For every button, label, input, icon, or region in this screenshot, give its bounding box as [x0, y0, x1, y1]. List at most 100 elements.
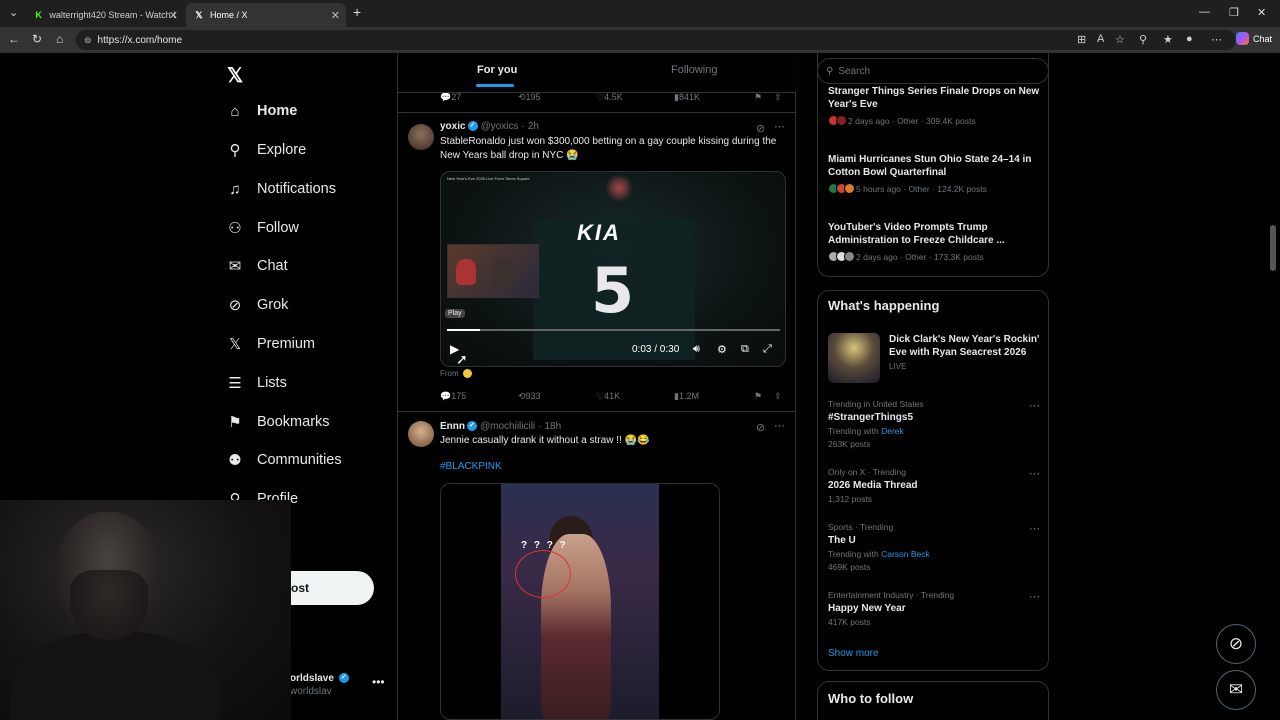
reload-icon[interactable]: ↻ — [32, 32, 42, 46]
split-screen-icon[interactable]: ⊞ — [1077, 33, 1086, 46]
copilot-chat-button[interactable]: Chat — [1235, 32, 1272, 45]
new-tab-icon[interactable]: + — [353, 4, 361, 20]
show-more-link[interactable]: Show more — [828, 648, 879, 659]
trend-item[interactable]: Entertainment Industry · Trending Happy … — [828, 590, 1040, 627]
post-actions: 💬 175 ⟲ 933 ♡ 41K ▮ 1.2M ⚑ ⇪ — [440, 391, 790, 405]
reply-button[interactable]: 💬 175 — [440, 391, 466, 402]
play-tooltip: Play — [445, 309, 465, 318]
video-progress-bar[interactable] — [447, 329, 780, 331]
restore-icon[interactable]: ❐ — [1229, 6, 1239, 19]
video-progress-fill — [447, 329, 481, 331]
nav-communities[interactable]: ⚉ Communities — [226, 447, 341, 473]
nav-premium[interactable]: 𝕏 Premium — [226, 331, 315, 357]
trend-more-icon[interactable]: ⋯ — [1029, 467, 1040, 480]
bookmark-button[interactable]: ⚑ — [754, 391, 762, 402]
pip-mode-icon[interactable]: ⧉ — [741, 343, 749, 356]
grok-fab-button[interactable]: ⊘ — [1216, 624, 1256, 664]
live-status: LIVE — [889, 362, 907, 371]
scrollbar-thumb[interactable] — [1270, 225, 1276, 271]
views-counter[interactable]: ▮ 1.2M — [674, 391, 699, 402]
like-button[interactable]: ♡ 41K — [596, 391, 620, 402]
section-heading: What's happening — [828, 298, 940, 313]
volume-icon[interactable]: 🔊︎ — [693, 343, 700, 356]
tab-for-you[interactable]: For you — [477, 64, 517, 76]
nav-bookmarks[interactable]: ⚑ Bookmarks — [226, 409, 329, 435]
trend-item[interactable]: Only on X · Trending 2026 Media Thread 1… — [828, 467, 1040, 504]
nav-home[interactable]: ⌂ Home — [226, 98, 297, 124]
nav-explore[interactable]: ⚲ Explore — [226, 137, 307, 163]
views-counter[interactable]: ▮ 841K — [674, 92, 700, 103]
close-tab-icon[interactable]: ✕ — [169, 9, 178, 22]
video-player[interactable]: New Year's Eve 2026 Live From Times Squa… — [440, 171, 786, 367]
trend-more-icon[interactable]: ⋯ — [1029, 590, 1040, 603]
nav-lists[interactable]: ☰ Lists — [226, 370, 287, 396]
like-button[interactable]: ♡ 4.5K — [596, 92, 623, 103]
trend-topic: Happy New Year — [828, 603, 906, 614]
home-browser-icon[interactable]: ⌂ — [56, 32, 63, 46]
share-button[interactable]: ⇪ — [774, 92, 782, 103]
event-thumbnail[interactable] — [828, 333, 880, 383]
avatar[interactable] — [408, 421, 434, 447]
news-meta: 2 days ago · Other · 173.3K posts — [856, 251, 984, 262]
news-item[interactable]: YouTuber's Video Prompts Trump Administr… — [828, 221, 1040, 262]
video-overlay-title: New Year's Eve 2026 Live From Times Squa… — [447, 176, 530, 181]
nav-notifications[interactable]: ♫ Notifications — [226, 176, 336, 202]
back-icon[interactable]: ← — [8, 32, 20, 46]
x-logo-icon: 𝕏 — [195, 9, 203, 20]
avatar[interactable] — [408, 124, 434, 150]
reply-button[interactable]: 💬 27 — [440, 92, 461, 103]
webcam-person-beard — [70, 570, 148, 640]
more-icon[interactable]: ••• — [372, 675, 385, 689]
trend-more-icon[interactable]: ⋯ — [1029, 399, 1040, 412]
post-author[interactable]: Ennn ✓ @mochiilicili · 18h — [440, 421, 561, 432]
browser-tab-x-home[interactable]: 𝕏 Home / X ✕ — [186, 3, 346, 27]
bookmark-button[interactable]: ⚑ — [754, 92, 762, 103]
trend-with-link[interactable]: Carson Beck — [881, 549, 930, 559]
account-switcher[interactable]: orldslave ✓ worldslav ••• — [286, 671, 396, 701]
post-time: 18h — [544, 421, 562, 432]
tab-following[interactable]: Following — [671, 64, 717, 76]
trend-item[interactable]: Trending in United States #StrangerThing… — [828, 399, 1040, 449]
settings-gear-icon[interactable]: ⚙ — [717, 343, 727, 356]
trend-context: Only on X · Trending — [828, 467, 906, 477]
trend-topic: #StrangerThings5 — [828, 412, 914, 423]
fullscreen-icon[interactable]: ⤢ — [763, 343, 772, 356]
repost-button[interactable]: ⟲ 195 — [518, 92, 541, 103]
browser-tab-stream[interactable]: K walterright420 Stream - Watch Liv ✕ — [26, 3, 184, 27]
nav-follow[interactable]: ⚇ Follow — [226, 215, 299, 241]
more-menu-icon[interactable]: ⋯ — [1211, 33, 1222, 46]
close-window-icon[interactable]: ✕ — [1257, 6, 1266, 19]
news-item[interactable]: Miami Hurricanes Stun Ohio State 24–14 i… — [828, 153, 1040, 194]
post-author[interactable]: yoxic ✓ @yoxics · 2h — [440, 121, 539, 132]
trend-item[interactable]: Sports · Trending The U Trending with Ca… — [828, 522, 1040, 572]
nav-chat[interactable]: ✉ Chat — [226, 253, 288, 279]
profile-avatar-icon[interactable]: ● — [1186, 33, 1193, 45]
grok-post-icon[interactable]: ⊘ — [756, 122, 765, 135]
favorites-icon[interactable]: ★ — [1163, 33, 1173, 46]
minimize-icon[interactable]: — — [1199, 6, 1210, 18]
hashtag-link[interactable]: #BLACKPINK — [440, 461, 502, 472]
repost-button[interactable]: ⟲ 933 — [518, 391, 541, 402]
url-input[interactable]: ⊜ https://x.com/home — [76, 30, 1236, 50]
grok-post-icon[interactable]: ⊘ — [756, 421, 765, 434]
x-logo-icon[interactable]: 𝕏 — [227, 63, 243, 88]
messages-fab-button[interactable]: ✉ — [1216, 670, 1256, 710]
page-scrollbar[interactable] — [1269, 53, 1277, 720]
favorite-star-icon[interactable]: ☆ — [1115, 33, 1125, 46]
post-image[interactable]: ? ? ? ? — [440, 483, 720, 720]
close-tab-icon[interactable]: ✕ — [331, 9, 340, 22]
from-attribution[interactable]: From — [440, 369, 472, 379]
tab-list-icon[interactable]: ⌄ — [9, 6, 18, 19]
trend-with-link[interactable]: Derek — [881, 426, 904, 436]
post-more-icon[interactable]: ⋯ — [774, 419, 785, 432]
extensions-icon[interactable]: ⚲ — [1139, 33, 1147, 46]
site-info-icon[interactable]: ⊜ — [84, 35, 92, 46]
trend-more-icon[interactable]: ⋯ — [1029, 522, 1040, 535]
read-aloud-icon[interactable]: A — [1097, 33, 1104, 45]
grok-icon: ⊘ — [1228, 634, 1244, 653]
nav-grok[interactable]: ⊘ Grok — [226, 292, 289, 318]
post-more-icon[interactable]: ⋯ — [774, 120, 785, 133]
news-item[interactable]: Stranger Things Series Finale Drops on N… — [828, 85, 1040, 126]
event-title[interactable]: Dick Clark's New Year's Rockin' Eve with… — [889, 333, 1041, 359]
share-button[interactable]: ⇪ — [774, 391, 782, 402]
